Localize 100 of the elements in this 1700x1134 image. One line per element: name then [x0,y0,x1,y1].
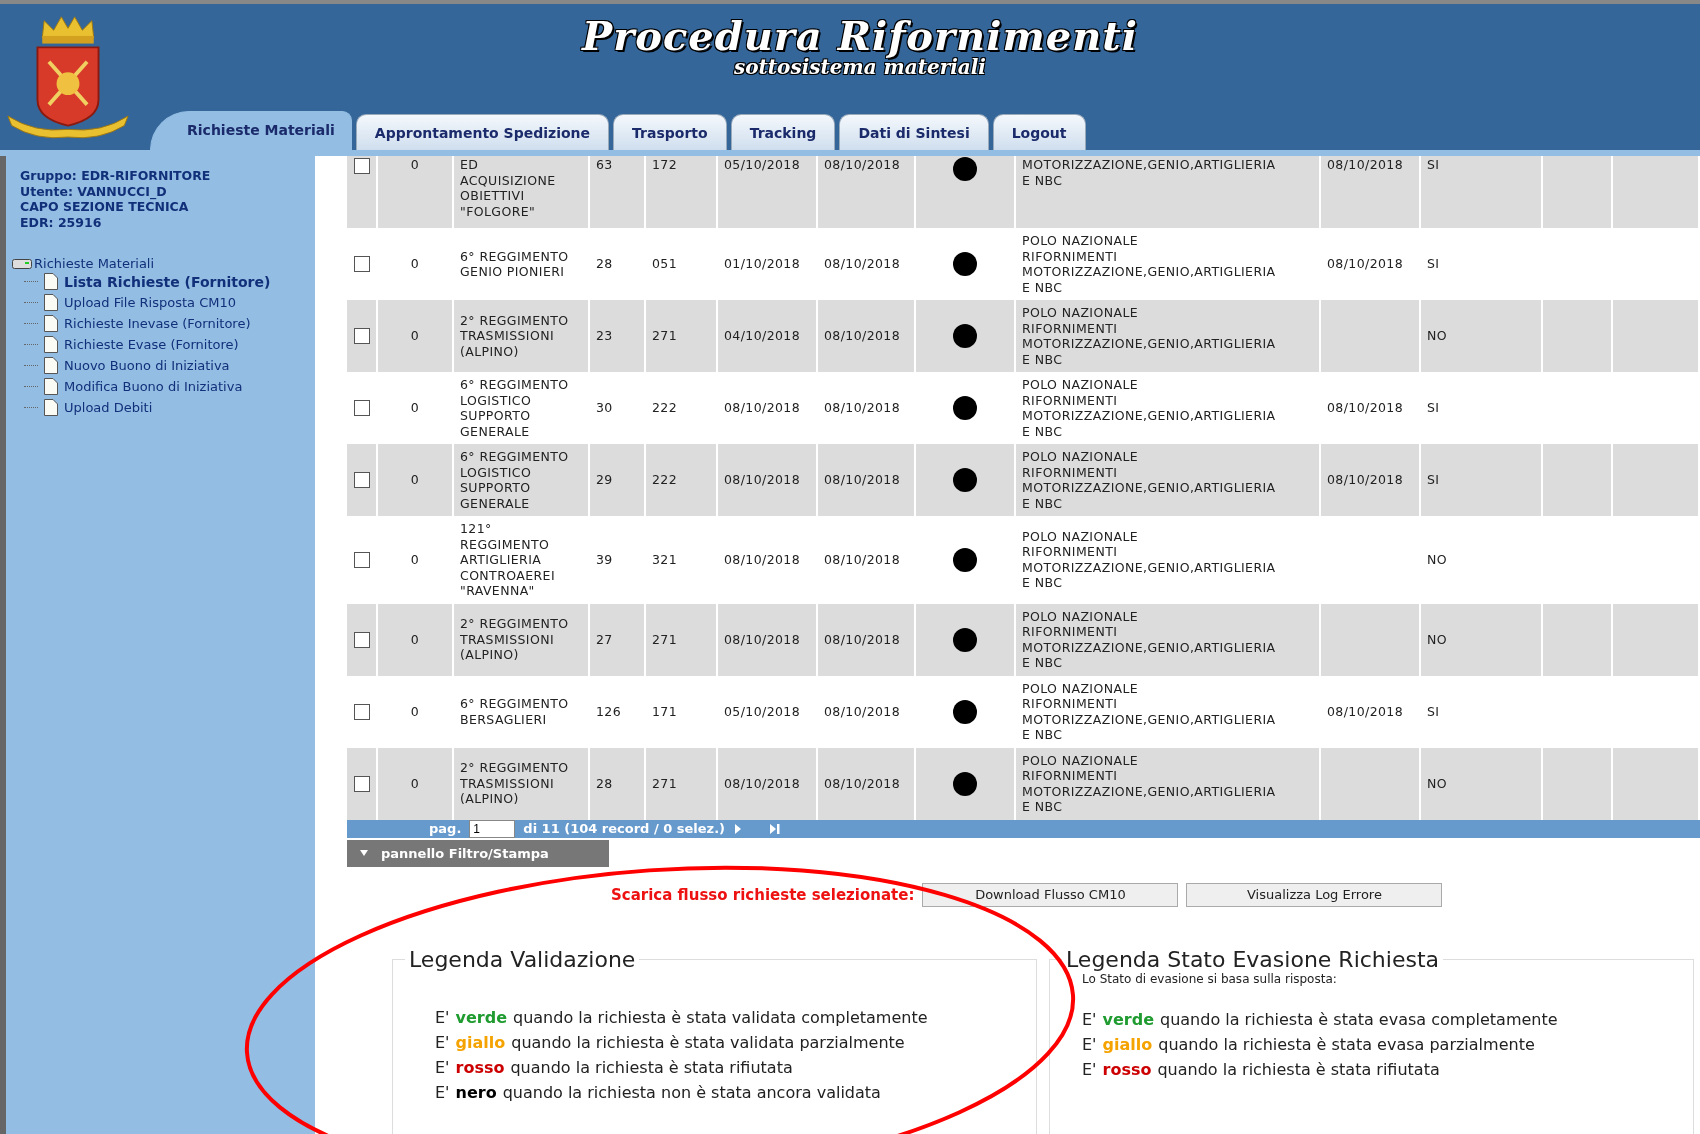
tree-item[interactable]: Richieste Evase (Fornitore) [64,337,239,352]
last-page-icon[interactable] [769,822,782,835]
legend-text: quando la richiesta è stata evasa completamente [1160,1009,1558,1029]
nav-tab[interactable]: Richieste Materiali [150,111,352,150]
user-info-text: EDR: 25916 [20,214,103,230]
legend-prefix: E' [1082,1009,1097,1029]
table-cell: SI [1427,703,1440,719]
page-icon [44,336,58,353]
tree-item[interactable]: Upload File Risposta CM10 [64,295,236,310]
page-icon [44,378,58,395]
table-cell: 0 [410,631,420,647]
table-cell: 0 [410,552,420,567]
table-cell: 08/10/2018 [724,472,801,488]
filter-panel-toggle[interactable]: pannello Filtro/Stampa [347,839,609,867]
nav-tab[interactable]: Trasporto [613,114,727,150]
table-cell: 321 [652,552,678,567]
nav-tab[interactable]: Logout [992,114,1086,150]
table-cell: 222 [652,472,678,488]
tree-item[interactable]: Nuovo Buono di Iniziativa [64,358,230,373]
table-cell: 0 [410,703,420,719]
table-cell: 23 [596,328,613,344]
table-cell: 0 [410,328,420,344]
supplier-cell: POLO NAZIONALE RIFORNIMENTI MOTORIZZAZIONE,GENIO,ARTIGLIERIA E NBC [1022,305,1276,367]
download-label: Scarica flusso richieste selezionate: [611,885,915,904]
table-cell: 08/10/2018 [824,631,901,647]
table-cell: 0 [410,775,420,791]
legend-prefix: E' [435,1007,450,1027]
tree-item[interactable]: Modifica Buono di Iniziativa [64,379,243,394]
table-cell: 08/10/2018 [824,775,901,791]
row-checkbox[interactable] [353,400,370,417]
tree-item[interactable]: Lista Richieste (Fornitore) [64,273,271,290]
row-checkbox[interactable] [353,703,370,720]
unit-name-cell: 2° REGGIMENTO TRASMISSIONI (ALPINO) [460,760,569,807]
row-checkbox[interactable] [353,775,370,792]
page-icon [44,294,58,311]
table-cell: 08/10/2018 [1327,472,1404,488]
supplier-cell: POLO NAZIONALE RIFORNIMENTI MOTORIZZAZIONE,GENIO,ARTIGLIERIA E NBC [1022,528,1276,591]
table-cell: 051 [652,256,678,272]
page-icon [44,399,58,416]
caret-icon [359,849,369,857]
supplier-cell: POLO NAZIONALE RIFORNIMENTI MOTORIZZAZIONE,GENIO,ARTIGLIERIA E NBC [1022,608,1276,670]
legend-color-word: rosso [455,1057,505,1077]
table-cell: 05/10/2018 [724,157,801,172]
legend-prefix: E' [435,1082,450,1102]
table-cell: 08/10/2018 [824,703,901,719]
unit-name-cell: ED ACQUISIZIONE OBIETTIVI "FOLGORE" [460,157,556,219]
legend-text: quando la richiesta è stata rifiutata [1157,1059,1440,1079]
table-cell: SI [1427,256,1440,272]
table-cell: NO [1427,631,1447,647]
table-cell: 222 [652,400,678,416]
row-checkbox[interactable] [353,256,370,273]
table-cell: 08/10/2018 [824,256,901,272]
table-cell: 08/10/2018 [824,400,901,416]
table-cell: 08/10/2018 [1327,256,1404,272]
table-cell: NO [1427,328,1447,344]
nav-tab[interactable]: Approntamento Spedizione [355,114,610,150]
table-cell: 01/10/2018 [724,256,801,272]
supplier-cell: MOTORIZZAZIONE,GENIO,ARTIGLIERIA E NBC [1022,157,1276,188]
legend-text: quando la richiesta è stata validata parzialmente [511,1032,905,1052]
unit-name-cell: 6° REGGIMENTO LOGISTICO SUPPORTO GENERALE [460,449,569,511]
legend-text: quando la richiesta è stata validata completamente [513,1007,928,1027]
user-info-text: Utente: VANNUCCI_D [20,183,168,199]
table-cell: 08/10/2018 [724,552,801,567]
page-label: pag. [429,821,462,836]
download-button[interactable]: Download Flusso CM10 [922,882,1179,907]
table-cell: 27 [596,631,613,647]
nav-tab[interactable]: Tracking [730,114,836,150]
legend-prefix: E' [435,1032,450,1052]
table-cell: 08/10/2018 [824,552,901,567]
page-icon [44,273,58,290]
table-cell: NO [1427,775,1447,791]
table-cell: 08/10/2018 [724,775,801,791]
tree-item[interactable]: Richieste Inevase (Fornitore) [64,316,251,331]
table-cell: 08/10/2018 [724,631,801,647]
nav-tab[interactable]: Dati di Sintesi [839,114,989,150]
tree-item[interactable]: Upload Debiti [64,400,153,415]
legend-color-word: verde [455,1007,507,1027]
legend-title: Legenda Validazione [408,946,637,972]
legend-color-word: nero [455,1082,497,1102]
supplier-cell: POLO NAZIONALE RIFORNIMENTI MOTORIZZAZIONE,GENIO,ARTIGLIERIA E NBC [1022,752,1276,814]
legend-color-word: giallo [1102,1034,1153,1054]
row-checkbox[interactable] [353,552,370,568]
row-checkbox[interactable] [353,328,370,345]
unit-name-cell: 2° REGGIMENTO TRASMISSIONI (ALPINO) [460,312,569,359]
supplier-cell: POLO NAZIONALE RIFORNIMENTI MOTORIZZAZIONE,GENIO,ARTIGLIERIA E NBC [1022,233,1276,295]
table-cell: 172 [652,157,678,172]
legend-prefix: E' [1082,1034,1097,1054]
row-checkbox[interactable] [353,157,370,174]
download-button[interactable]: Visualizza Log Errore [1186,882,1443,907]
table-cell: 08/10/2018 [824,472,901,488]
supplier-cell: POLO NAZIONALE RIFORNIMENTI MOTORIZZAZIONE,GENIO,ARTIGLIERIA E NBC [1022,680,1276,742]
user-info-text: Gruppo: EDR-RIFORNITORE [20,168,212,184]
tree-item[interactable]: Richieste Materiali [34,256,155,271]
table-cell: 126 [596,703,622,719]
table-cell: 08/10/2018 [1327,400,1404,416]
row-checkbox[interactable] [353,472,370,489]
row-checkbox[interactable] [353,631,370,648]
table-cell: 04/10/2018 [724,328,801,344]
legend-text: quando la richiesta è stata evasa parzialmente [1158,1034,1535,1054]
table-cell: 30 [596,400,613,416]
